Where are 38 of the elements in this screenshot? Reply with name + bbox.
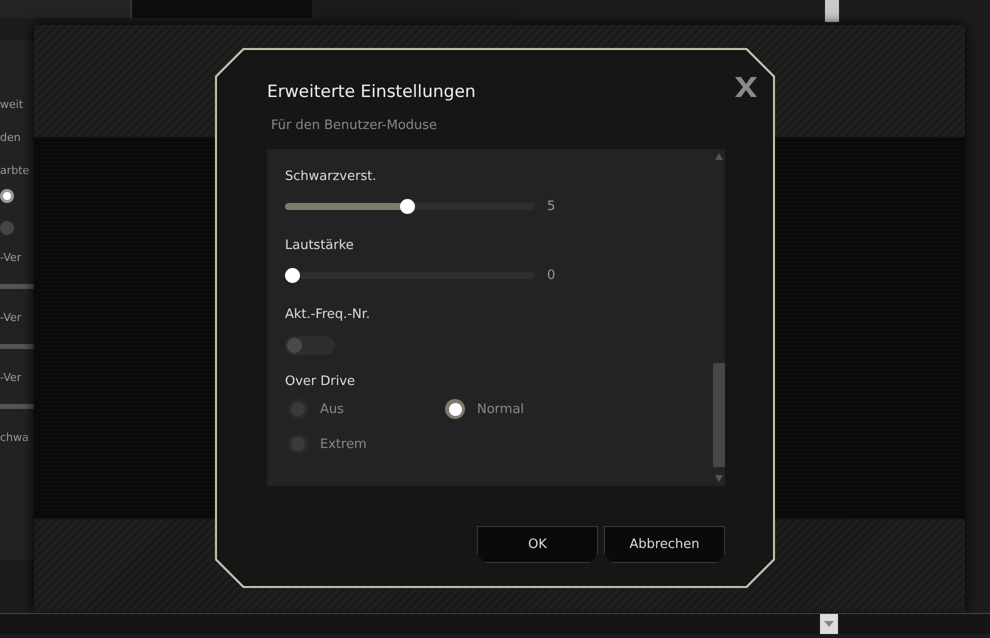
scroll-down-icon[interactable] [820, 614, 838, 634]
slider-track[interactable] [0, 404, 34, 409]
scroll-up-icon[interactable] [715, 153, 723, 160]
setting-label: -Ver [0, 250, 22, 266]
radio-button[interactable] [445, 399, 465, 419]
setting-label: chwa [0, 430, 30, 446]
slider[interactable] [285, 198, 535, 214]
scrollbar-thumb[interactable] [825, 0, 839, 22]
radio-button[interactable] [0, 221, 14, 235]
setting-label: arbte [0, 163, 30, 179]
setting-label: weit [0, 97, 24, 113]
slider-thumb[interactable] [285, 268, 300, 282]
slider[interactable] [285, 268, 535, 282]
setting-label: -Ver [0, 370, 22, 386]
dialog-button[interactable]: OK [477, 526, 598, 563]
dialog-subtitle: Für den Benutzer-Moduse [271, 118, 438, 133]
slider-thumb[interactable] [400, 198, 416, 214]
radio-button[interactable] [288, 434, 308, 454]
slider-value: 5 [547, 198, 556, 214]
slider-track[interactable] [0, 344, 34, 349]
radio-button[interactable] [0, 189, 14, 203]
setting-label: Lautstärke [285, 238, 354, 253]
radio-label: Normal [477, 402, 524, 416]
radio-label: Aus [320, 402, 344, 416]
setting-label: Akt.-Freq.-Nr. [285, 307, 370, 322]
setting-label: Schwarzverst. [285, 169, 376, 184]
dialog-title: Erweiterte Einstellungen [267, 82, 476, 102]
close-icon[interactable] [733, 76, 759, 98]
dialog-button[interactable]: Abbrechen [604, 526, 725, 563]
scroll-down-icon[interactable] [715, 475, 723, 482]
radio-button[interactable] [288, 399, 308, 419]
toggle-switch[interactable] [285, 336, 335, 355]
radio-label: Extrem [320, 436, 367, 452]
setting-label: Over Drive [285, 374, 356, 389]
setting-label: -Ver [0, 310, 22, 326]
setting-label: den [0, 130, 22, 146]
slider-value: 0 [547, 268, 556, 282]
slider-track[interactable] [0, 284, 34, 289]
